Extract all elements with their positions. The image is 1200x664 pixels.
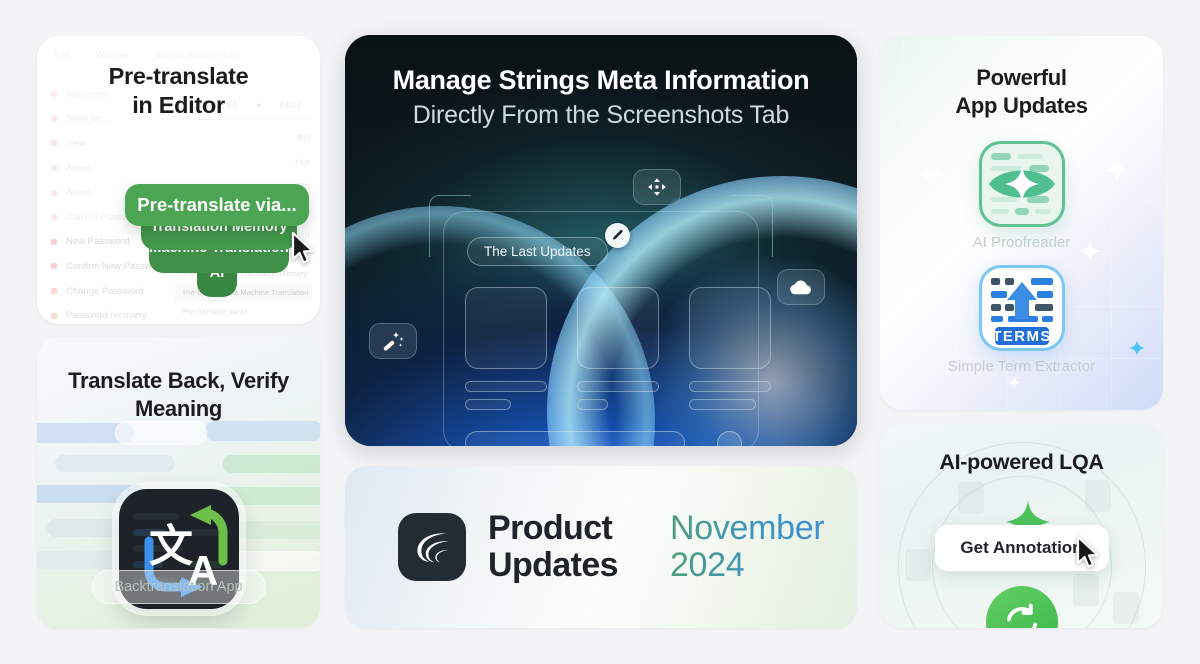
status-dot-icon xyxy=(51,165,57,172)
status-dot-icon xyxy=(51,189,57,196)
svg-text:文: 文 xyxy=(149,521,193,572)
list-item: View xyxy=(51,131,201,156)
shortcut: ⌘O xyxy=(296,133,310,142)
hero-mock-ui: The Last Updates xyxy=(369,169,825,446)
list-item: About xyxy=(51,156,201,181)
product-line-2: Updates xyxy=(488,546,619,584)
magic-wand-icon[interactable] xyxy=(369,323,417,359)
doc-icon xyxy=(958,482,984,514)
card-title-backtranslation: Translate Back, Verify Meaning xyxy=(37,337,320,422)
card-title-pretranslate: Pre-translate in Editor xyxy=(37,36,320,119)
hero-subtitle: Directly From the Screenshots Tab xyxy=(412,100,790,129)
doc-icon xyxy=(905,549,931,581)
last-updates-pill[interactable]: The Last Updates xyxy=(467,237,608,266)
title-line-1: Powerful xyxy=(976,65,1067,90)
ai-proofreader-icon xyxy=(978,141,1065,227)
title-line-2: in Editor xyxy=(132,91,225,118)
text-placeholder xyxy=(465,381,547,392)
app-item-term-extractor[interactable]: TERMS Simple Term Extractor xyxy=(880,265,1163,375)
menu-item-mt[interactable]: Pre-translate via Machine Translation xyxy=(175,283,312,302)
date-month: November xyxy=(669,508,825,547)
text-placeholder xyxy=(689,381,771,392)
hero-title: Manage Strings Meta Information xyxy=(392,65,810,95)
thumbnail[interactable] xyxy=(577,287,659,369)
title-line-1: Pre-translate xyxy=(108,63,249,89)
status-dot-icon xyxy=(51,238,57,245)
status-dot-icon xyxy=(51,263,57,270)
card-ai-lqa[interactable]: AI-powered LQA Get Annotation xyxy=(880,424,1163,628)
crowdin-logo xyxy=(398,513,466,581)
status-dot-icon xyxy=(51,312,57,319)
product-updates-date: November 2024 xyxy=(669,508,825,585)
move-icon[interactable] xyxy=(633,169,681,205)
title-line-1: Translate Back, Verify xyxy=(68,368,289,393)
sparkle-icon xyxy=(1008,376,1021,389)
product-updates-title: Product Updates xyxy=(488,508,619,585)
app-label-proofreader: AI Proofreader xyxy=(972,234,1071,251)
mock-wide-field[interactable] xyxy=(465,431,685,446)
mock-thumbnails xyxy=(465,287,771,369)
doc-icon xyxy=(1113,592,1139,624)
thumbnail[interactable] xyxy=(465,287,547,369)
card-title-app-updates: Powerful App Updates xyxy=(880,36,1163,119)
doc-icon xyxy=(1085,480,1111,512)
date-year: 2024 xyxy=(670,546,824,584)
card-title-lqa: AI-powered LQA xyxy=(939,450,1104,474)
upload-cloud-icon[interactable] xyxy=(777,269,825,305)
text-placeholder xyxy=(577,381,659,392)
product-line-1: Product xyxy=(488,508,613,547)
backtranslation-app-pill[interactable]: Backtranslation App xyxy=(91,570,266,604)
text-placeholder xyxy=(465,399,511,410)
card-product-updates[interactable]: Product Updates November 2024 xyxy=(345,466,857,628)
term-extractor-icon: TERMS xyxy=(978,265,1065,351)
hero-heading: Manage Strings Meta Information Directly… xyxy=(345,35,857,131)
card-pretranslate[interactable]: File Window Strings Activity Help Welcom… xyxy=(37,36,320,324)
cards-grid: File Window Strings Activity Help Welcom… xyxy=(0,0,1200,664)
title-line-2: App Updates xyxy=(955,92,1088,118)
shortcut: ^⇧A xyxy=(295,157,310,167)
app-item-proofreader[interactable]: AI Proofreader xyxy=(880,141,1163,251)
status-dot-icon xyxy=(51,140,57,147)
card-backtranslation[interactable]: Translate Back, Verify Meaning 文 A Backt… xyxy=(37,337,320,628)
status-dot-icon xyxy=(51,214,57,221)
doc-icon xyxy=(1073,574,1099,606)
card-app-updates[interactable]: Powerful App Updates AI Proofreader TERM… xyxy=(880,36,1163,410)
menu-item-ai[interactable]: Pre-translate via AI xyxy=(175,302,312,321)
edit-pencil-icon[interactable] xyxy=(605,223,630,248)
status-dot-icon xyxy=(51,288,57,295)
mock-text-lines xyxy=(465,381,771,410)
dropdown-trigger[interactable]: Pre-translate via... xyxy=(125,184,309,226)
thumbnail[interactable] xyxy=(689,287,771,369)
app-label-term-extractor: Simple Term Extractor xyxy=(947,358,1096,375)
svg-text:TERMS: TERMS xyxy=(992,328,1052,345)
title-line-2: Meaning xyxy=(134,395,223,421)
text-placeholder xyxy=(689,399,757,410)
card-hero-screenshots[interactable]: Manage Strings Meta Information Directly… xyxy=(345,35,857,446)
text-placeholder xyxy=(577,399,609,410)
